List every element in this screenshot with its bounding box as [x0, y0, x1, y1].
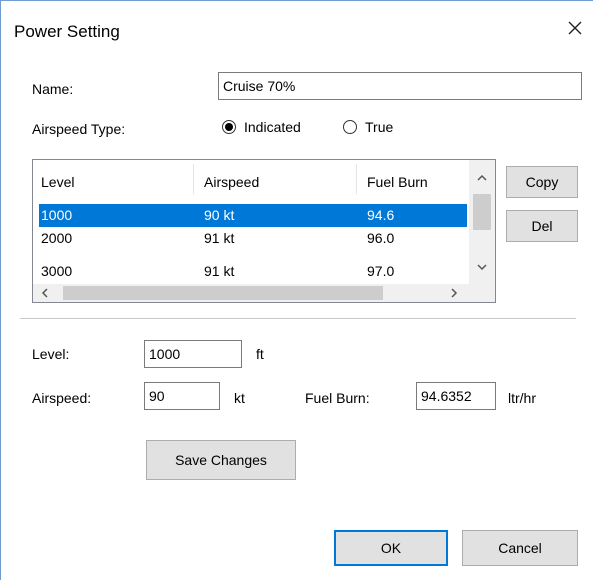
- column-header-fuel-burn[interactable]: Fuel Burn: [367, 174, 428, 190]
- column-separator[interactable]: [356, 164, 357, 194]
- radio-true[interactable]: True: [343, 119, 393, 135]
- column-header-airspeed[interactable]: Airspeed: [204, 174, 259, 190]
- airspeed-label: Airspeed:: [32, 390, 92, 406]
- horizontal-scrollbar[interactable]: [33, 284, 469, 302]
- fuel-burn-label: Fuel Burn:: [305, 390, 370, 406]
- scrollbar-corner: [469, 284, 495, 302]
- cell-airspeed: 90 kt: [204, 207, 235, 223]
- table-row[interactable]: 2000 91 kt 96.0: [39, 227, 467, 250]
- cell-level: 1000: [41, 207, 73, 223]
- table-header: Level Airspeed Fuel Burn: [33, 160, 468, 204]
- cell-level: 3000: [41, 263, 73, 279]
- cell-level: 2000: [41, 230, 73, 246]
- copy-button[interactable]: Copy: [506, 166, 578, 198]
- power-settings-table[interactable]: Level Airspeed Fuel Burn 1000 90 kt 94.6…: [32, 159, 496, 303]
- close-button[interactable]: [563, 16, 587, 40]
- horizontal-scroll-thumb[interactable]: [63, 286, 383, 300]
- airspeed-unit: kt: [234, 390, 245, 406]
- vertical-scroll-thumb[interactable]: [473, 194, 491, 230]
- fuel-burn-input[interactable]: 94.6352: [416, 382, 496, 410]
- radio-indicated-label: Indicated: [244, 119, 301, 135]
- cell-fuel-burn: 97.0: [367, 263, 395, 279]
- column-header-level[interactable]: Level: [41, 174, 74, 190]
- vertical-scrollbar[interactable]: [469, 160, 495, 284]
- level-unit: ft: [256, 346, 264, 362]
- radio-true-label: True: [365, 119, 394, 135]
- chevron-down-icon[interactable]: [477, 264, 487, 271]
- chevron-left-icon[interactable]: [41, 288, 48, 298]
- table-row[interactable]: 1000 90 kt 94.6: [39, 204, 467, 227]
- fuel-burn-unit: ltr/hr: [508, 390, 536, 406]
- window-border-left: [0, 0, 1, 580]
- delete-button[interactable]: Del: [506, 210, 578, 242]
- radio-indicated-circle: [222, 120, 236, 134]
- window-title: Power Setting: [14, 22, 120, 41]
- name-label: Name:: [32, 81, 74, 97]
- radio-selected-dot: [225, 123, 233, 131]
- cell-airspeed: 91 kt: [204, 263, 235, 279]
- radio-true-circle: [343, 120, 357, 134]
- chevron-up-icon[interactable]: [477, 174, 487, 181]
- close-icon: [568, 21, 582, 35]
- level-input[interactable]: 1000: [144, 340, 242, 368]
- radio-indicated[interactable]: Indicated: [222, 119, 301, 135]
- column-separator[interactable]: [193, 164, 194, 194]
- ok-button[interactable]: OK: [334, 530, 448, 566]
- airspeed-input[interactable]: 90: [144, 382, 220, 410]
- table-row[interactable]: 3000 91 kt 97.0: [39, 250, 467, 284]
- divider: [20, 318, 576, 319]
- save-changes-button[interactable]: Save Changes: [146, 440, 296, 480]
- cancel-button[interactable]: Cancel: [462, 530, 578, 566]
- cell-airspeed: 91 kt: [204, 230, 235, 246]
- chevron-right-icon[interactable]: [451, 288, 458, 298]
- airspeed-type-label: Airspeed Type:: [32, 121, 126, 137]
- name-input[interactable]: Cruise 70%: [218, 72, 582, 100]
- window-border-top: [0, 0, 593, 1]
- cell-fuel-burn: 94.6: [367, 207, 395, 223]
- cell-fuel-burn: 96.0: [367, 230, 395, 246]
- level-label: Level:: [32, 346, 70, 362]
